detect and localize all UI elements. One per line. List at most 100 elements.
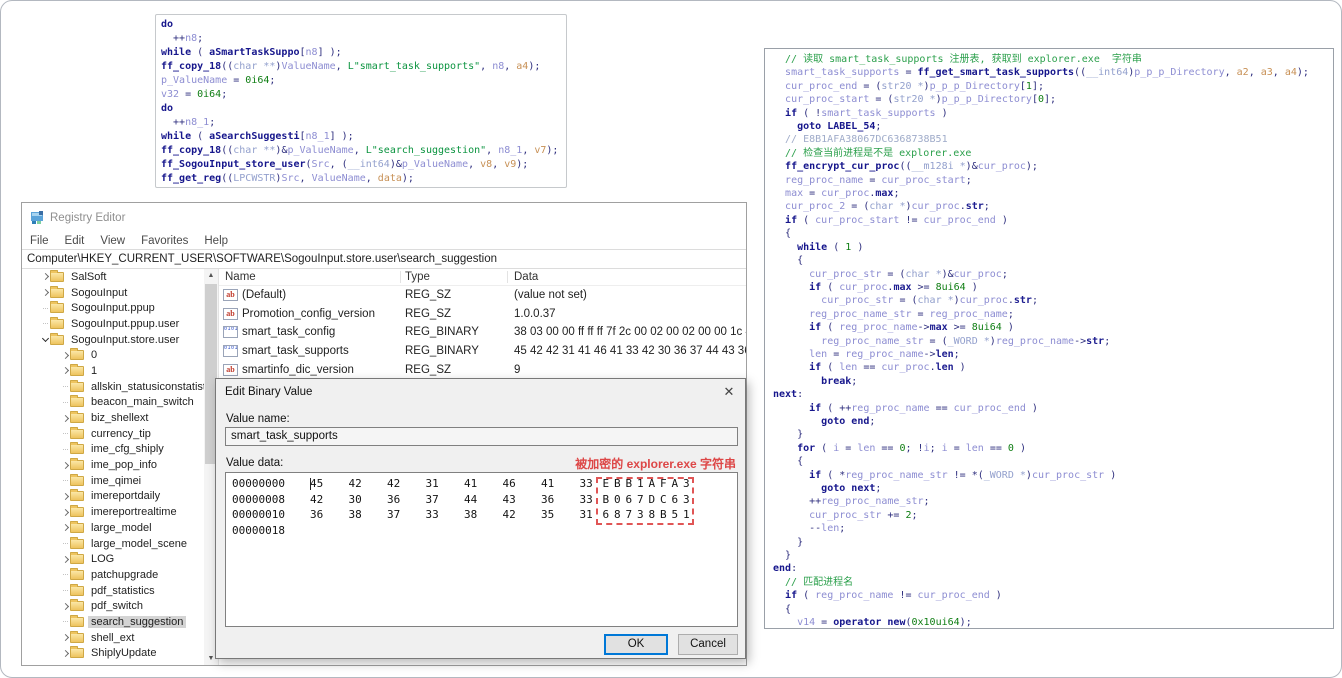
tree-line-stub: [60, 433, 70, 434]
folder-icon: [70, 614, 84, 627]
hex-byte: 31: [425, 477, 439, 490]
registry-value-row[interactable]: 0101 1010 smart_task_config REG_BINARY 38 0…: [219, 323, 746, 342]
string-value-icon: ab: [223, 363, 238, 376]
tree-line-stub: [60, 543, 70, 544]
tree-item-ime_cfg_shiply[interactable]: ime_cfg_shiply: [22, 442, 218, 458]
chevron-right-icon[interactable]: [40, 290, 50, 295]
tree-item-label: pdf_statistics: [91, 584, 155, 597]
chevron-right-icon[interactable]: [60, 635, 70, 640]
ascii-char: 7: [625, 508, 633, 521]
value-name-input[interactable]: smart_task_supports: [225, 427, 738, 446]
folder-icon: [70, 473, 84, 486]
tree-item-search_suggestion[interactable]: search_suggestion: [22, 614, 218, 630]
value-type: REG_BINARY: [405, 345, 479, 358]
close-icon[interactable]: ✕: [713, 384, 745, 400]
tree-item-patchupgrade[interactable]: patchupgrade: [22, 567, 218, 583]
registry-address-bar[interactable]: Computer\HKEY_CURRENT_USER\SOFTWARE\Sogo…: [22, 250, 746, 269]
text-caret: [310, 478, 311, 490]
folder-icon: [70, 583, 84, 596]
chevron-right-icon[interactable]: [60, 510, 70, 515]
tree-item-pdf_switch[interactable]: pdf_switch: [22, 598, 218, 614]
hex-row[interactable]: 00000008 42 30 36 37 44 43 36 33 B 0 6 7 D C 6 3: [226, 492, 737, 508]
tree-item-label: allskin_statusiconstatistics: [91, 380, 219, 393]
ascii-char: B: [659, 508, 667, 521]
ascii-char: 6: [625, 492, 633, 506]
tree-item-LOG[interactable]: LOG: [22, 551, 218, 567]
value-data-label: Value data:: [226, 457, 284, 469]
column-header-type[interactable]: Type: [401, 271, 508, 283]
folder-icon: [70, 646, 84, 659]
folder-icon: [70, 630, 84, 643]
folder-icon: [70, 363, 84, 376]
tree-item-ime_pop_info[interactable]: ime_pop_info: [22, 457, 218, 473]
tree-item-shell_ext[interactable]: shell_ext: [22, 630, 218, 646]
tree-item-1[interactable]: 1: [22, 363, 218, 379]
hex-row[interactable]: 00000000 45 42 42 31 41 46 41 33 E B B 1 A F A 3: [226, 476, 737, 492]
tree-item-beacon_main_switch[interactable]: beacon_main_switch: [22, 395, 218, 411]
chevron-right-icon[interactable]: [60, 525, 70, 530]
ok-button[interactable]: OK: [604, 634, 668, 655]
menu-view[interactable]: View: [92, 235, 133, 247]
hex-byte: 38: [348, 508, 362, 521]
folder-icon: [70, 379, 84, 392]
chevron-right-icon[interactable]: [60, 353, 70, 358]
registry-editor-titlebar: Registry Editor: [22, 203, 746, 232]
chevron-right-icon[interactable]: [60, 494, 70, 499]
hex-byte: 33: [425, 508, 439, 521]
tree-item-label: patchupgrade: [91, 568, 159, 581]
tree-item-currency_tip[interactable]: currency_tip: [22, 426, 218, 442]
tree-item-large_model[interactable]: large_model: [22, 520, 218, 536]
tree-item-imereportdaily[interactable]: imereportdaily: [22, 489, 218, 505]
tree-item-label: 1: [91, 364, 98, 377]
chevron-right-icon[interactable]: [60, 651, 70, 656]
tree-item-0[interactable]: 0: [22, 347, 218, 363]
hex-byte: 42: [310, 492, 324, 506]
menu-bar: File Edit View Favorites Help: [22, 232, 746, 250]
chevron-right-icon[interactable]: [60, 463, 70, 468]
tree-item-SogouInput.store.user[interactable]: SogouInput.store.user: [22, 332, 218, 348]
menu-favorites[interactable]: Favorites: [133, 235, 196, 247]
column-header-data[interactable]: Data: [508, 271, 746, 283]
registry-value-row[interactable]: ab Promotion_config_version REG_SZ 1.0.0.37: [219, 305, 746, 324]
ascii-column: EBB1AFA3: [600, 476, 692, 492]
tree-item-label: biz_shellext: [91, 412, 149, 425]
registry-value-row[interactable]: 0101 1010 smart_task_supports REG_BINARY 45…: [219, 342, 746, 361]
menu-file[interactable]: File: [22, 235, 57, 247]
tree-item-SogouInput.ppup[interactable]: SogouInput.ppup: [22, 300, 218, 316]
scroll-up-arrow[interactable]: ▲: [204, 269, 218, 282]
column-header-name[interactable]: Name: [219, 271, 401, 283]
tree-item-large_model_scene[interactable]: large_model_scene: [22, 536, 218, 552]
tree-item-imereportrealtime[interactable]: imereportrealtime: [22, 504, 218, 520]
chevron-right-icon[interactable]: [60, 557, 70, 562]
chevron-down-icon[interactable]: [40, 338, 50, 341]
chevron-right-icon[interactable]: [60, 604, 70, 609]
hex-byte: 42: [348, 477, 362, 490]
registry-value-row[interactable]: ab (Default) REG_SZ (value not set): [219, 286, 746, 305]
hex-row[interactable]: 00000010 36 38 37 33 38 42 35 3 1 6 8 7 3 8 B 5 1: [226, 507, 737, 523]
tree-item-allskin_statusiconstatistics[interactable]: allskin_statusiconstatistics: [22, 379, 218, 395]
chevron-right-icon[interactable]: [60, 416, 70, 421]
value-name: smart_task_config: [242, 326, 336, 339]
ascii-char: 8: [613, 508, 621, 521]
folder-icon: [50, 316, 64, 329]
tree-item-SogouInput.ppup.user[interactable]: SogouInput.ppup.user: [22, 316, 218, 332]
menu-help[interactable]: Help: [196, 235, 236, 247]
ascii-char: B: [602, 492, 610, 506]
tree-item-ime_qimei[interactable]: ime_qimei: [22, 473, 218, 489]
registry-value-row[interactable]: ab smartinfo_dic_version REG_SZ 9: [219, 360, 746, 379]
tree-item-ShiplyUpdate[interactable]: ShiplyUpdate: [22, 646, 218, 662]
tree-item-SalSoft[interactable]: SalSoft: [22, 269, 218, 285]
hex-byte: 45: [310, 477, 324, 490]
tree-item-label: SogouInput.ppup: [71, 302, 155, 315]
cancel-button[interactable]: Cancel: [678, 634, 738, 655]
hex-row[interactable]: 00000018: [226, 523, 737, 539]
chevron-right-icon[interactable]: [40, 274, 50, 279]
folder-icon: [70, 567, 84, 580]
tree-item-biz_shellext[interactable]: biz_shellext: [22, 410, 218, 426]
menu-edit[interactable]: Edit: [57, 235, 93, 247]
ascii-char: 0: [613, 492, 621, 506]
chevron-right-icon[interactable]: [60, 368, 70, 373]
hex-editor[interactable]: 00000000 45 42 42 31 41 46 41 33 E B B 1 A F A 3 00000008…: [225, 472, 738, 627]
tree-item-pdf_statistics[interactable]: pdf_statistics: [22, 583, 218, 599]
tree-item-SogouInput[interactable]: SogouInput: [22, 285, 218, 301]
